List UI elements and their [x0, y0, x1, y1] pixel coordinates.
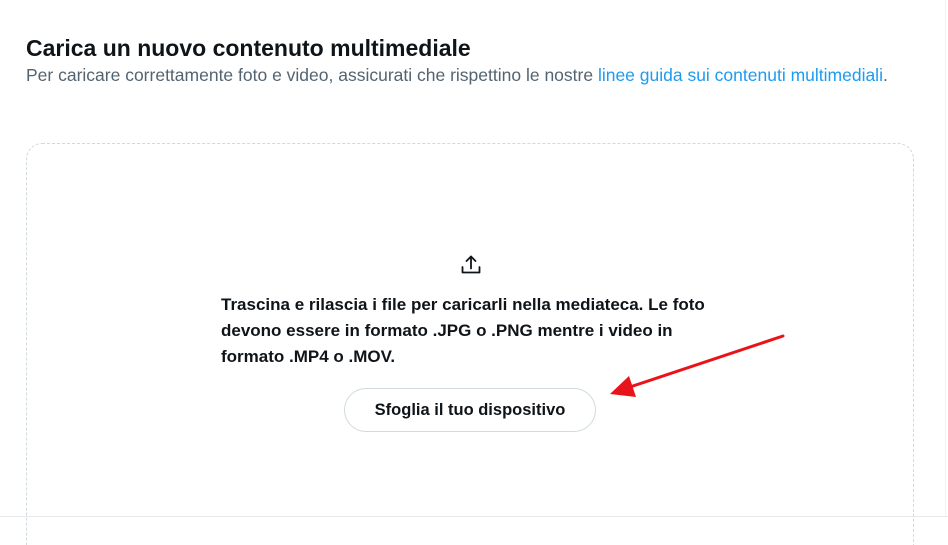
upload-icon [459, 253, 483, 277]
subtitle-end: . [882, 65, 888, 85]
page-title: Carica un nuovo contenuto multimediale [26, 35, 471, 61]
browse-device-button[interactable]: Sfoglia il tuo dispositivo [344, 388, 596, 432]
annotation-arrow [610, 334, 785, 397]
upload-media-page: Carica un nuovo contenuto multimediale P… [0, 0, 948, 545]
panel-right-border [945, 0, 946, 516]
media-guidelines-link[interactable]: linee guida sui contenuti multimediali [598, 65, 883, 85]
subtitle-text: Per caricare correttamente foto e video,… [26, 65, 598, 85]
page-subtitle: Per caricare correttamente foto e video,… [26, 63, 896, 88]
